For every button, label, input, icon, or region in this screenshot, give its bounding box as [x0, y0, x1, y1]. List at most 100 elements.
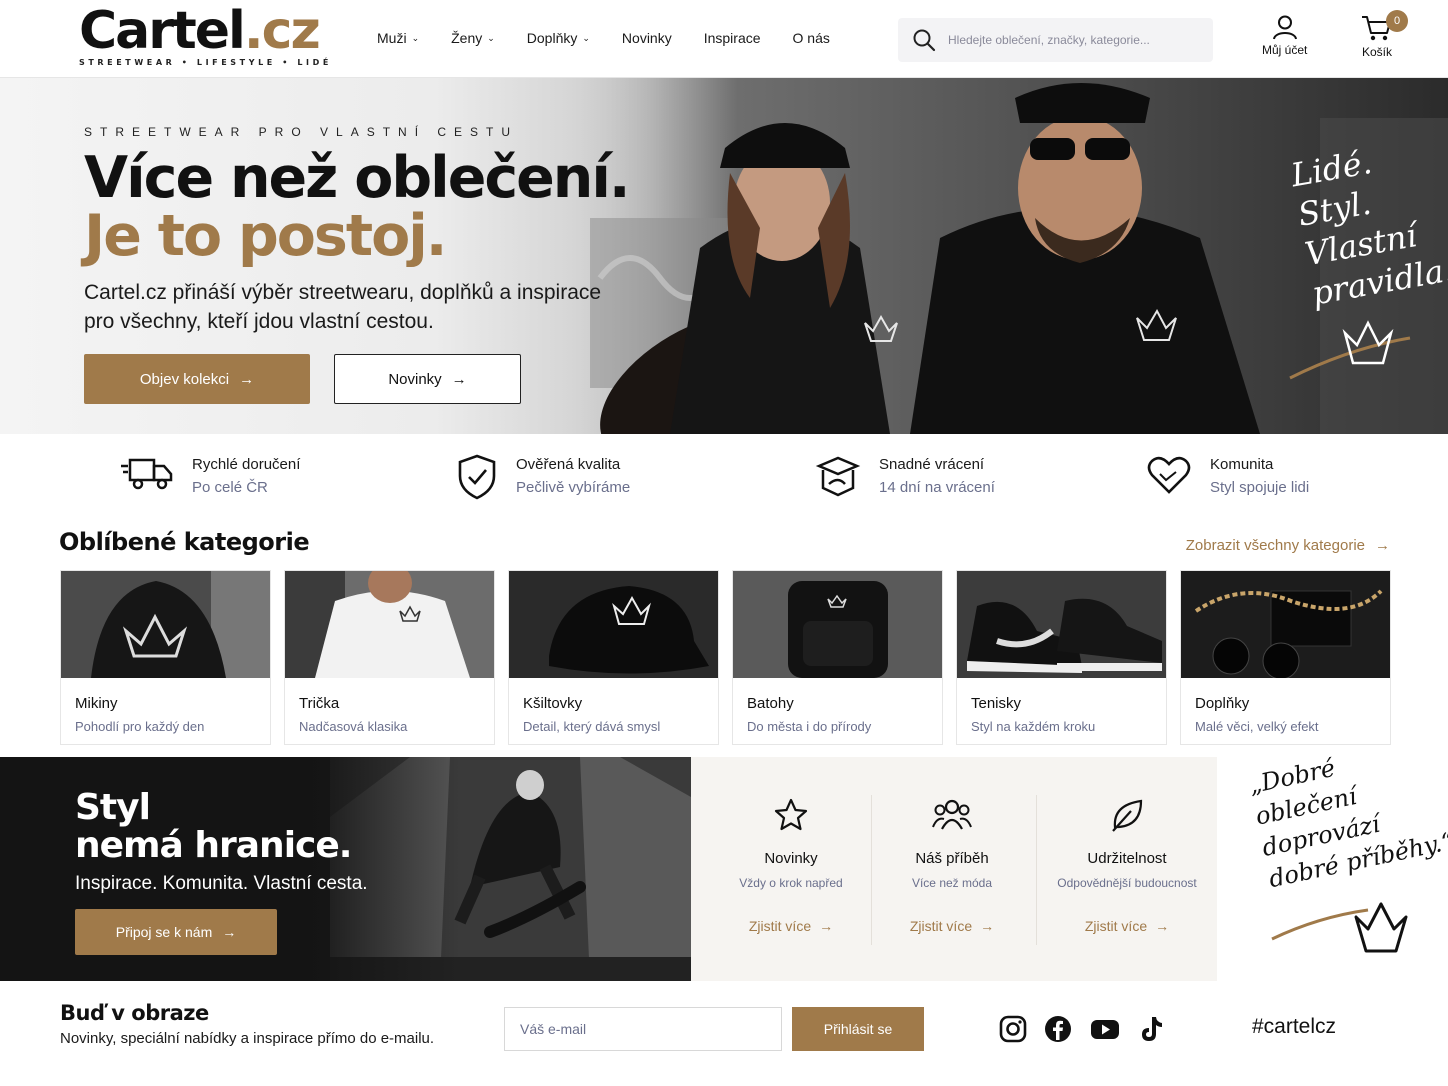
leaf-icon [1112, 799, 1143, 832]
site-header: Cartel.cz STREETWEAR • LIFESTYLE • LIDÉ … [0, 0, 1448, 78]
info-novinky: Novinky Vždy o krok napřed Zjistit více → [711, 797, 871, 934]
learn-more-link[interactable]: Zjistit více → [711, 918, 871, 934]
nav-item-muzi[interactable]: Muži ⌄ [377, 30, 419, 46]
info-subtitle: Odpovědnější budoucnost [1057, 876, 1197, 890]
feature-title: Snadné vrácení [879, 456, 985, 473]
novinky-button[interactable]: Novinky → [334, 354, 521, 404]
logo[interactable]: Cartel.cz STREETWEAR • LIFESTYLE • LIDÉ [79, 5, 332, 67]
hero-script-text: Lidé. Styl. Vlastní pravidla. [1288, 131, 1448, 313]
category-cards: Mikiny Pohodlí pro každý den Trička Nadč… [60, 570, 1391, 745]
feature-delivery: Rychlé doručení Po celé ČR [120, 454, 300, 496]
category-card-ksiltovky[interactable]: Kšiltovky Detail, který dává smysl [508, 570, 719, 745]
newsletter-title: Buď v obraze [60, 1001, 209, 1025]
feature-returns: Snadné vrácení 14 dní na vrácení [815, 454, 995, 498]
newsletter-section: Buď v obraze Novinky, speciální nabídky … [0, 981, 1448, 1086]
nav-label: Inspirace [703, 30, 761, 46]
learn-more-link[interactable]: Zjistit více → [872, 918, 1032, 934]
subscribe-button[interactable]: Přihlásit se [792, 1007, 924, 1051]
info-subtitle: Vždy o krok napřed [739, 876, 843, 890]
search-input[interactable] [948, 33, 1198, 47]
email-field[interactable] [504, 1007, 782, 1051]
category-image [1181, 571, 1390, 680]
newsletter-subtitle: Novinky, speciální nabídky a inspirace p… [60, 1030, 435, 1047]
category-image [61, 571, 270, 678]
nav-item-o-nas[interactable]: O nás [793, 30, 830, 46]
category-name: Doplňky [1195, 695, 1250, 712]
nav-label: O nás [792, 30, 830, 46]
logo-name: Cartel [79, 1, 246, 61]
account-label: Můj účet [1262, 43, 1308, 57]
feature-subtitle: Pečlivě vybíráme [516, 479, 631, 496]
user-icon [1272, 15, 1297, 40]
people-icon [932, 799, 972, 830]
delivery-truck-icon [121, 458, 173, 490]
cart-link[interactable]: Košík 0 [1360, 10, 1408, 59]
youtube-icon[interactable] [1090, 1014, 1120, 1044]
nav-label: Doplňky [526, 30, 578, 46]
feature-title: Komunita [1210, 456, 1274, 473]
category-card-mikiny[interactable]: Mikiny Pohodlí pro každý den [60, 570, 271, 745]
link-label: Zjistit více [909, 918, 973, 934]
promo-title: Styl nemá hranice. [75, 787, 352, 865]
link-label: Zobrazit všechny kategorie [1185, 537, 1365, 554]
discover-collection-button[interactable]: Objev kolekci → [84, 354, 310, 404]
feature-title: Rychlé doručení [192, 456, 301, 473]
category-image [733, 571, 942, 678]
instagram-icon[interactable] [998, 1014, 1028, 1044]
category-image [957, 571, 1166, 678]
arrow-right-icon: → [819, 918, 834, 934]
chevron-down-icon: ⌄ [411, 32, 420, 43]
hero-title-line1: Více než oblečení. [84, 145, 631, 211]
info-subtitle: Více než móda [911, 876, 993, 890]
divider [1036, 795, 1037, 945]
category-desc: Detail, který dává smysl [523, 719, 661, 734]
nav-item-zeny[interactable]: Ženy ⌄ [451, 30, 495, 46]
learn-more-link[interactable]: Zjistit více → [1041, 918, 1213, 934]
cart-count-badge: 0 [1386, 10, 1408, 32]
nav-item-doplnky[interactable]: Doplňky ⌄ [527, 30, 590, 46]
view-all-categories-link[interactable]: Zobrazit všechny kategorie → [1186, 537, 1390, 554]
info-title: Udržitelnost [1087, 850, 1167, 867]
arrow-right-icon: → [451, 370, 467, 388]
arrow-right-icon: → [239, 370, 255, 388]
nav-item-inspirace[interactable]: Inspirace [704, 30, 761, 46]
category-image [509, 571, 718, 678]
feature-subtitle: Styl spojuje lidi [1210, 479, 1310, 496]
link-label: Zjistit více [748, 918, 812, 934]
facebook-icon[interactable] [1043, 1014, 1073, 1044]
arrow-right-icon: → [1375, 537, 1390, 554]
chevron-down-icon: ⌄ [487, 32, 495, 43]
link-label: Zjistit více [1084, 918, 1148, 934]
categories-title: Oblíbené kategorie [59, 528, 310, 556]
tiktok-icon[interactable] [1135, 1014, 1165, 1044]
crown-icon [1271, 902, 1408, 953]
cart-label: Košík [1361, 45, 1392, 59]
category-card-batohy[interactable]: Batohy Do města i do přírody [732, 570, 943, 745]
category-card-tricka[interactable]: Trička Nadčasová klasika [284, 570, 495, 745]
category-name: Mikiny [75, 695, 118, 712]
promo-text: Inspirace. Komunita. Vlastní cesta. [75, 873, 368, 894]
info-title: Novinky [764, 850, 818, 867]
promo-title-line1: Styl [75, 787, 151, 828]
nav-label: Novinky [621, 30, 672, 46]
category-card-doplnky[interactable]: Doplňky Malé věci, velký efekt [1180, 570, 1391, 745]
category-name: Batohy [747, 695, 794, 712]
join-us-button[interactable]: Připoj se k nám → [75, 909, 277, 955]
arrow-right-icon: → [1155, 918, 1170, 934]
nav-item-novinky[interactable]: Novinky [622, 30, 672, 46]
feature-subtitle: Po celé ČR [192, 479, 268, 496]
account-link[interactable]: Můj účet [1262, 14, 1307, 57]
category-desc: Styl na každém kroku [971, 719, 1096, 734]
category-name: Tenisky [971, 695, 1022, 712]
search-icon[interactable] [912, 28, 936, 52]
hero-title-line2: Je to postoj. [84, 203, 447, 269]
category-desc: Do města i do přírody [747, 719, 872, 734]
hero-text: Cartel.cz přináší výběr streetwearu, dop… [84, 281, 602, 333]
info-title: Náš příběh [915, 850, 989, 867]
category-name: Trička [299, 695, 340, 712]
category-card-tenisky[interactable]: Tenisky Styl na každém kroku [956, 570, 1167, 745]
promo-banner: Styl nemá hranice. Inspirace. Komunita. … [0, 757, 691, 981]
category-image [285, 571, 494, 678]
shield-check-icon [458, 454, 496, 500]
nav-label: Ženy [451, 30, 483, 46]
